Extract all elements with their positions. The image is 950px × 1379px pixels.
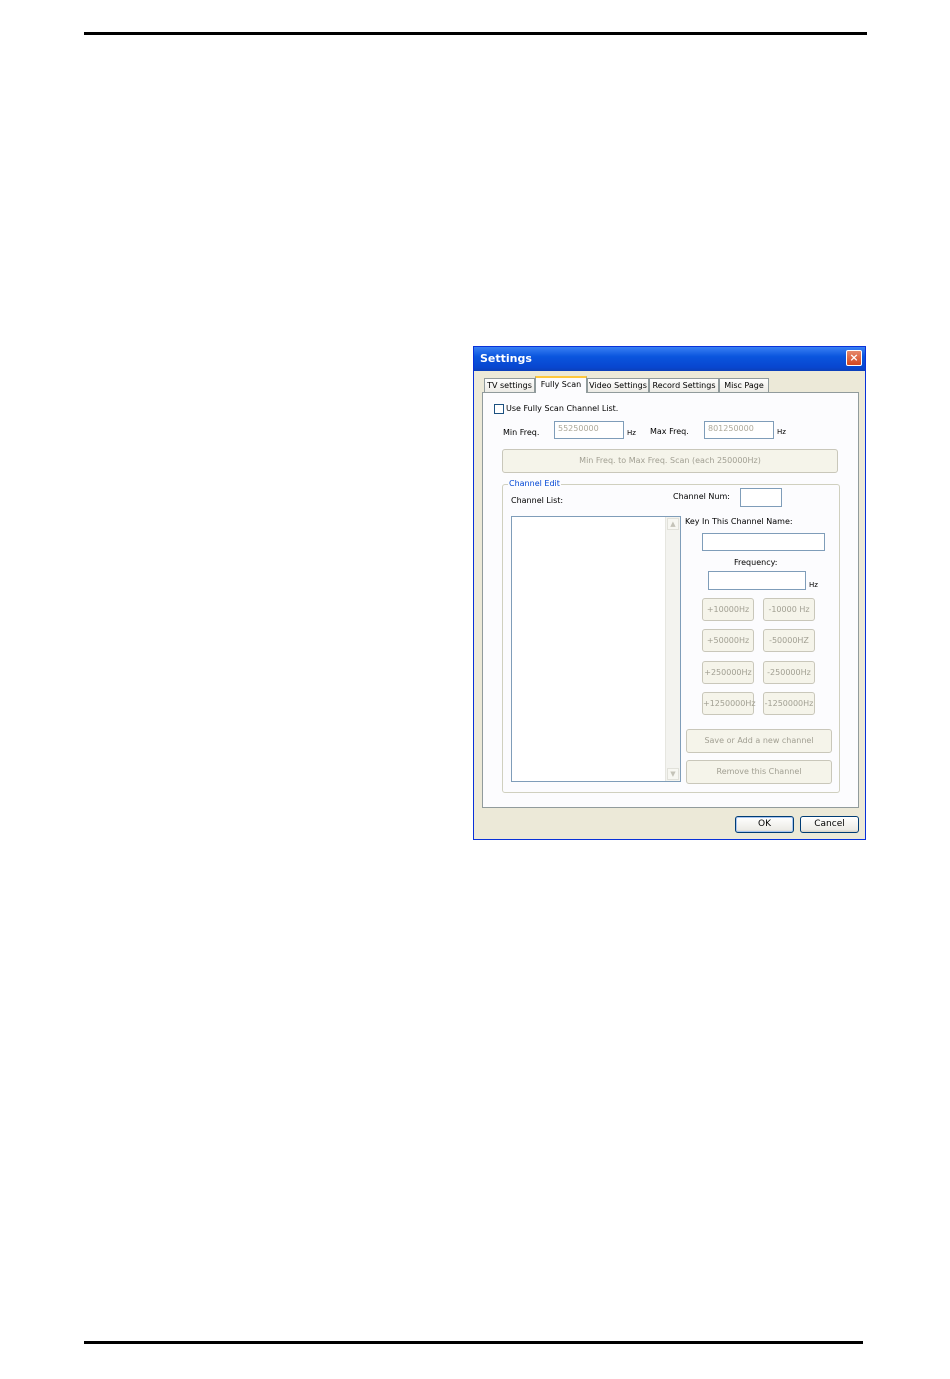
scroll-up-icon[interactable]: ▲ [667,518,679,530]
channel-edit-group-label: Channel Edit [508,479,561,488]
channel-num-input[interactable] [740,488,782,507]
plus-250000hz-button[interactable]: +250000Hz [702,661,754,684]
tab-misc-page[interactable]: Misc Page [719,378,769,392]
close-icon[interactable]: × [846,350,862,366]
use-fully-scan-checkbox[interactable] [494,404,504,414]
page-rule-bottom [84,1341,863,1344]
plus-1250000hz-button[interactable]: +1250000Hz [702,692,756,715]
tab-fully-scan[interactable]: Fully Scan [535,376,587,393]
channel-name-input[interactable] [702,533,825,551]
minus-250000hz-button[interactable]: -250000Hz [763,661,815,684]
min-freq-input[interactable]: 55250000 [554,421,624,439]
save-channel-button[interactable]: Save or Add a new channel [686,729,832,753]
min-freq-hz-unit: Hz [627,429,636,437]
tab-tv-settings[interactable]: TV settings [484,378,535,392]
tab-record-settings[interactable]: Record Settings [649,378,719,392]
plus-50000hz-button[interactable]: +50000Hz [702,629,754,652]
max-freq-hz-unit: Hz [777,428,786,436]
channel-name-label: Key In This Channel Name: [685,517,793,526]
scroll-down-icon[interactable]: ▼ [667,768,679,780]
dialog-titlebar[interactable]: Settings × [474,347,865,371]
scan-range-button[interactable]: Min Freq. to Max Freq. Scan (each 250000… [502,449,838,473]
min-freq-label: Min Freq. [503,428,540,437]
remove-channel-button[interactable]: Remove this Channel [686,760,832,784]
settings-dialog: Settings × TV settings Fully Scan Video … [473,346,866,840]
channel-list-label: Channel List: [511,496,564,505]
max-freq-input[interactable]: 801250000 [704,421,774,439]
plus-10000hz-button[interactable]: +10000Hz [702,598,754,621]
minus-10000hz-button[interactable]: -10000 Hz [763,598,815,621]
page-rule-top [84,32,867,35]
frequency-hz-unit: Hz [809,581,818,589]
minus-1250000hz-button[interactable]: -1250000Hz [763,692,815,715]
frequency-label: Frequency: [734,558,778,567]
minus-50000hz-button[interactable]: -50000HZ [763,629,815,652]
channel-list-scrollbar[interactable]: ▲ ▼ [665,517,680,781]
frequency-input[interactable] [708,571,806,590]
channel-edit-group: Channel Edit Channel List: Channel Num: … [502,479,840,793]
ok-button[interactable]: OK [735,816,794,833]
max-freq-label: Max Freq. [650,427,689,436]
fully-scan-panel: Use Fully Scan Channel List. Min Freq. 5… [482,392,859,808]
dialog-title: Settings [480,352,532,365]
cancel-button[interactable]: Cancel [800,816,859,833]
channel-num-label: Channel Num: [673,492,730,501]
tab-video-settings[interactable]: Video Settings [587,378,649,392]
use-fully-scan-label: Use Fully Scan Channel List. [506,404,619,413]
channel-list[interactable]: ▲ ▼ [511,516,681,782]
